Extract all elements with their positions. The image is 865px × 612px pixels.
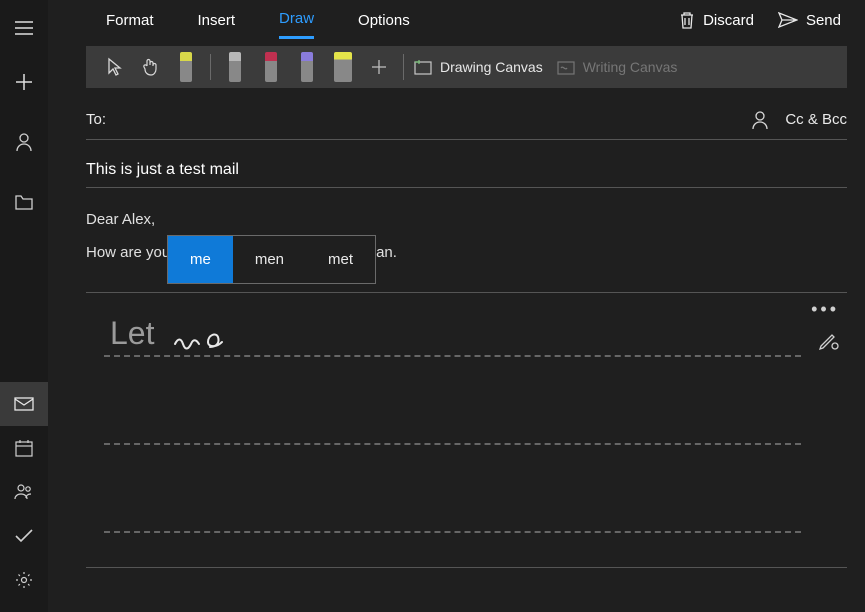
tab-insert[interactable]: Insert [198,1,236,39]
compose-topbar: Format Insert Draw Options Discard Send [48,0,865,40]
mail-icon[interactable] [0,382,48,426]
contact-picker-icon[interactable] [751,110,769,130]
suggestion-option-3[interactable]: met [306,236,375,283]
suggestion-option-2[interactable]: men [233,236,306,283]
pen-purple-icon[interactable] [289,48,325,86]
accounts-icon[interactable] [0,112,48,172]
discard-button[interactable]: Discard [679,11,754,29]
send-label: Send [806,12,841,29]
subject-field[interactable]: This is just a test mail [86,152,847,188]
todo-icon[interactable] [0,514,48,558]
writing-canvas-button: Writing Canvas [557,59,678,75]
ribbon-separator-2 [403,54,404,80]
to-row: To: Cc & Bcc [86,100,847,140]
send-button[interactable]: Send [778,12,841,29]
draw-ribbon: Drawing Canvas Writing Canvas [86,46,847,88]
handwriting-panel: ••• Let [86,297,847,539]
highlighter-icon[interactable] [325,48,361,86]
add-pen-icon[interactable] [361,48,397,86]
to-label: To: [86,111,106,128]
settings-icon[interactable] [0,558,48,602]
handwriting-line-1[interactable]: Let [104,309,801,357]
writing-canvas-label: Writing Canvas [583,59,678,75]
recognized-word: Let [110,315,154,352]
handwriting-line-2[interactable] [104,397,801,445]
edit-pen-icon[interactable] [817,329,839,351]
tab-format[interactable]: Format [106,1,154,39]
message-body[interactable]: Dear Alex, How are you ess plan. me men … [86,206,847,293]
app-sidebar [0,0,48,612]
ccbcc-button[interactable]: Cc & Bcc [785,111,847,128]
hamburger-menu-icon[interactable] [0,4,48,52]
discard-label: Discard [703,12,754,29]
subject-text: This is just a test mail [86,161,239,179]
ime-suggestion-popup: me men met [167,235,376,284]
tab-options[interactable]: Options [358,1,410,39]
footer-divider [86,567,847,568]
suggestion-option-1[interactable]: me [168,236,233,283]
pen-red-icon[interactable] [253,48,289,86]
touch-tool-icon[interactable] [132,48,168,86]
people-icon[interactable] [0,470,48,514]
new-mail-icon[interactable] [0,52,48,112]
tab-draw[interactable]: Draw [279,1,314,39]
pen-silver-icon[interactable] [217,48,253,86]
cursor-tool-icon[interactable] [96,48,132,86]
drawing-canvas-button[interactable]: Drawing Canvas [414,59,543,75]
main-content: Format Insert Draw Options Discard Send [48,0,865,612]
more-options-icon[interactable]: ••• [811,299,839,320]
ribbon-separator [210,54,211,80]
handwriting-line-3[interactable] [104,485,801,533]
body-line-1: Dear Alex, [86,206,847,233]
handwritten-stroke [172,319,252,359]
pen-yellow-icon[interactable] [168,48,204,86]
folders-icon[interactable] [0,172,48,232]
drawing-canvas-label: Drawing Canvas [440,59,543,75]
calendar-icon[interactable] [0,426,48,470]
